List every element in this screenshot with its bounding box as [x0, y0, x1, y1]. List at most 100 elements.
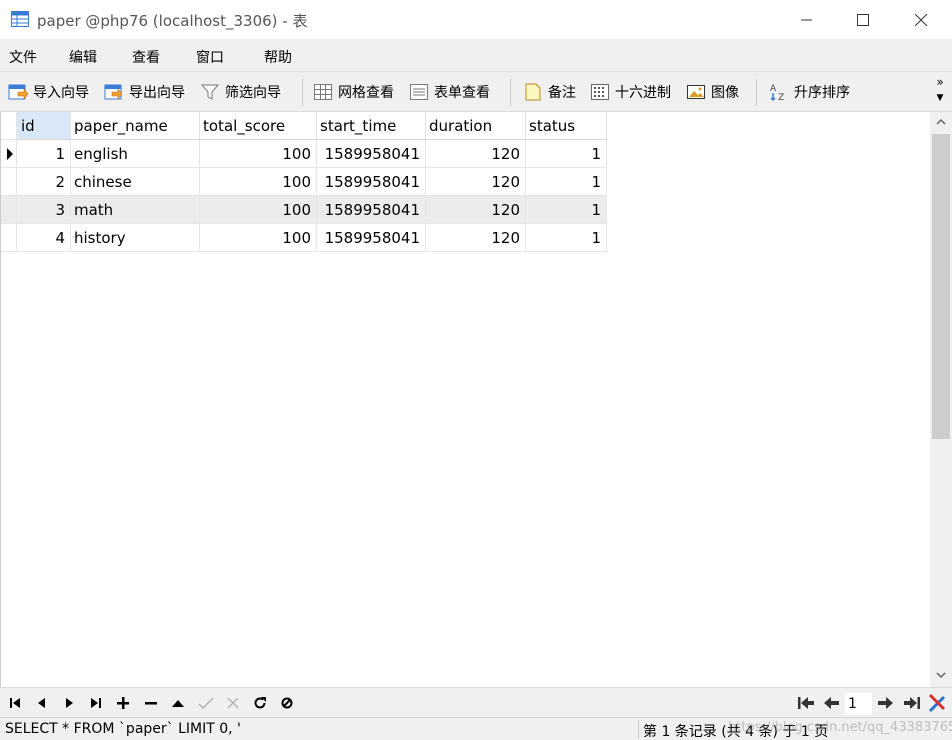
column-header-id[interactable]: id: [17, 112, 71, 140]
first-page-button[interactable]: [796, 693, 816, 713]
page-number-input[interactable]: 1: [845, 693, 872, 715]
watermark: https://blog.csdn.net/qq_43383765: [728, 720, 952, 735]
next-page-button[interactable]: [875, 693, 895, 713]
table-row[interactable]: 2 chinese 100 1589958041 120 1: [1, 168, 607, 196]
hex-label: 十六进制: [615, 85, 671, 101]
table-row[interactable]: 4 history 100 1589958041 120 1: [1, 224, 607, 252]
status-separator: [638, 720, 639, 739]
menu-view[interactable]: 查看: [132, 47, 160, 67]
edit-record-button[interactable]: [168, 693, 188, 713]
import-wizard-button[interactable]: 导入向导: [8, 80, 89, 104]
table-row[interactable]: 1 english 100 1589958041 120 1: [1, 140, 607, 168]
column-header-duration[interactable]: duration: [425, 112, 526, 140]
data-grid: id paper_name total_score start_time dur…: [0, 112, 930, 687]
import-icon: [8, 84, 28, 100]
refresh-button[interactable]: [250, 693, 270, 713]
form-view-label: 表单查看: [434, 85, 490, 101]
previous-page-button[interactable]: [822, 693, 842, 713]
cell-paper-name[interactable]: math: [70, 196, 200, 224]
cell-total-score[interactable]: 100: [199, 140, 317, 168]
export-wizard-button[interactable]: 导出向导: [104, 80, 185, 104]
page-settings-button[interactable]: [928, 693, 948, 713]
column-header-status[interactable]: status: [525, 112, 607, 140]
menu-edit[interactable]: 编辑: [69, 47, 97, 67]
minimize-icon: [801, 19, 812, 21]
cell-paper-name[interactable]: english: [70, 140, 200, 168]
form-view-button[interactable]: 表单查看: [409, 80, 490, 104]
last-record-button[interactable]: [86, 693, 106, 713]
minus-icon: [145, 702, 157, 705]
filter-wizard-button[interactable]: 筛选向导: [200, 80, 281, 104]
triangle-up-icon: [172, 700, 184, 707]
menu-help[interactable]: 帮助: [264, 47, 292, 67]
cell-total-score[interactable]: 100: [199, 196, 317, 224]
menu-window[interactable]: 窗口: [196, 47, 224, 67]
row-indicator[interactable]: [1, 168, 17, 196]
cell-status[interactable]: 1: [525, 196, 607, 224]
column-header-total-score[interactable]: total_score: [199, 112, 317, 140]
menu-file[interactable]: 文件: [9, 47, 37, 67]
discard-changes-button: [223, 693, 243, 713]
cell-id[interactable]: 4: [17, 224, 71, 252]
toolbar-overflow-button[interactable]: » ▼: [931, 74, 949, 110]
add-record-button[interactable]: [113, 693, 133, 713]
cell-duration[interactable]: 120: [425, 140, 526, 168]
scrollbar-thumb[interactable]: [932, 134, 950, 439]
last-page-button[interactable]: [902, 693, 922, 713]
vertical-scrollbar[interactable]: [930, 112, 952, 687]
cell-id[interactable]: 3: [17, 196, 71, 224]
chevron-down-icon: [936, 672, 946, 679]
previous-record-icon: [38, 698, 45, 708]
cell-status[interactable]: 1: [525, 140, 607, 168]
toolbar: 导入向导 导出向导 筛选向导 网格查看 表单查看 备注 十六进制 图像 A Z …: [0, 71, 952, 112]
sort-ascending-label: 升序排序: [794, 85, 850, 101]
first-record-icon: [10, 698, 20, 708]
toolbar-separator: [510, 79, 511, 106]
cell-start-time[interactable]: 1589958041: [316, 140, 426, 168]
export-wizard-label: 导出向导: [129, 85, 185, 101]
image-button[interactable]: 图像: [686, 80, 739, 104]
grid-view-button[interactable]: 网格查看: [313, 80, 394, 104]
cell-id[interactable]: 1: [17, 140, 71, 168]
filter-icon: [200, 84, 220, 100]
row-indicator[interactable]: [1, 140, 17, 168]
scroll-up-button[interactable]: [930, 112, 952, 134]
status-sql-query: SELECT * FROM `paper` LIMIT 0, ': [5, 721, 241, 737]
sort-ascending-button[interactable]: A Z 升序排序: [769, 80, 850, 104]
minimize-button[interactable]: [778, 0, 836, 40]
memo-button[interactable]: 备注: [523, 80, 576, 104]
table-row[interactable]: 3 math 100 1589958041 120 1: [1, 196, 607, 224]
cell-status[interactable]: 1: [525, 168, 607, 196]
cell-status[interactable]: 1: [525, 224, 607, 252]
check-icon: [198, 697, 214, 709]
close-button[interactable]: [892, 0, 950, 40]
cell-duration[interactable]: 120: [425, 224, 526, 252]
previous-record-button[interactable]: [32, 693, 52, 713]
column-header-start-time[interactable]: start_time: [316, 112, 426, 140]
chevron-up-icon: [936, 118, 946, 125]
row-indicator[interactable]: [1, 224, 17, 252]
row-indicator[interactable]: [1, 196, 17, 224]
next-record-button[interactable]: [59, 693, 79, 713]
header-corner: [1, 112, 17, 140]
cell-paper-name[interactable]: chinese: [70, 168, 200, 196]
cell-start-time[interactable]: 1589958041: [316, 196, 426, 224]
cell-duration[interactable]: 120: [425, 168, 526, 196]
hex-button[interactable]: 十六进制: [590, 80, 671, 104]
cell-total-score[interactable]: 100: [199, 168, 317, 196]
cell-total-score[interactable]: 100: [199, 224, 317, 252]
stop-button[interactable]: [277, 693, 297, 713]
delete-record-button[interactable]: [141, 693, 161, 713]
cell-id[interactable]: 2: [17, 168, 71, 196]
cell-start-time[interactable]: 1589958041: [316, 168, 426, 196]
menu-bar: 文件 编辑 查看 窗口 帮助: [0, 40, 952, 71]
cell-paper-name[interactable]: history: [70, 224, 200, 252]
record-navigation-bar: 1: [0, 687, 952, 717]
maximize-button[interactable]: [834, 0, 892, 40]
cell-duration[interactable]: 120: [425, 196, 526, 224]
column-header-paper-name[interactable]: paper_name: [70, 112, 200, 140]
first-record-button[interactable]: [5, 693, 25, 713]
current-row-arrow-icon: [7, 148, 13, 160]
cell-start-time[interactable]: 1589958041: [316, 224, 426, 252]
scroll-down-button[interactable]: [930, 665, 952, 687]
